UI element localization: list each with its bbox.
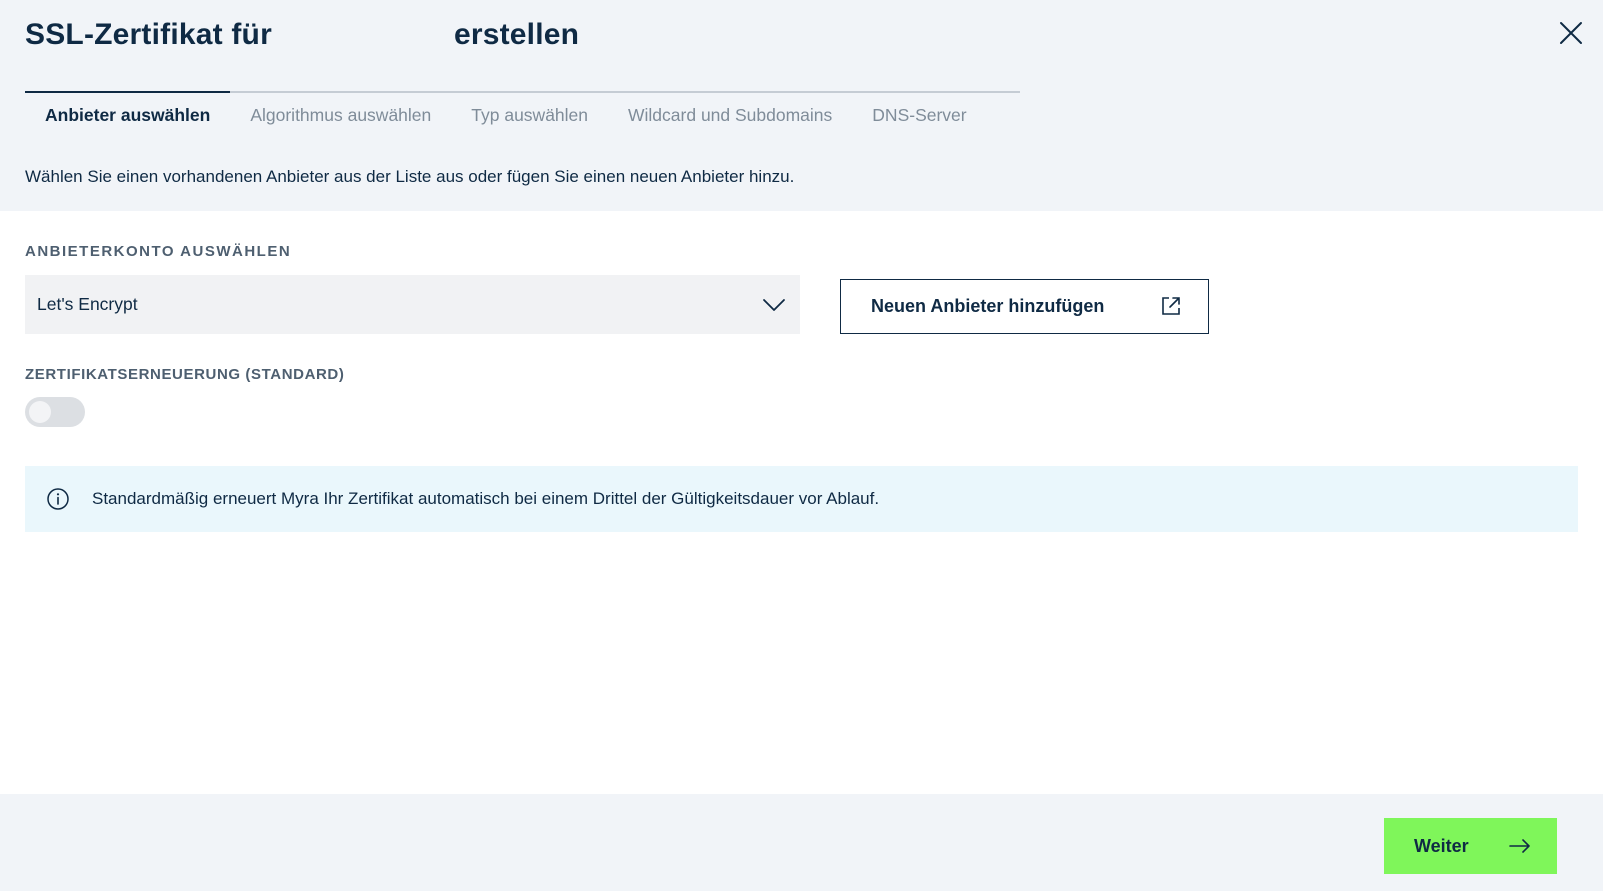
tab-dns-server[interactable]: DNS-Server (852, 93, 986, 137)
tab-label: DNS-Server (872, 104, 967, 125)
info-text: Standardmäßig erneuert Myra Ihr Zertifik… (92, 489, 880, 508)
close-icon (1560, 22, 1582, 44)
modal-header: SSL-Zertifikat für erstellen Anbieter aus… (0, 0, 1603, 211)
title-prefix: SSL-Zertifikat für (25, 18, 272, 51)
renewal-toggle[interactable] (25, 397, 85, 427)
modal-footer (0, 794, 1603, 891)
tab-label: Typ auswählen (471, 104, 589, 125)
tab-wildcard[interactable]: Wildcard und Subdomains (608, 93, 852, 137)
external-link-icon (1162, 297, 1180, 315)
provider-selected-value: Let's Encrypt (37, 294, 138, 314)
renewal-label: ZERTIFIKATSERNEUERUNG (STANDARD) (25, 366, 345, 383)
add-provider-button[interactable]: Neuen Anbieter hinzufügen (840, 279, 1209, 334)
tab-typ[interactable]: Typ auswählen (451, 93, 608, 137)
tab-algorithmus[interactable]: Algorithmus auswählen (230, 93, 451, 137)
page-title: SSL-Zertifikat für erstellen (25, 18, 579, 52)
tab-label: Algorithmus auswählen (250, 104, 432, 125)
toggle-knob (29, 401, 51, 423)
provider-select[interactable]: Let's Encrypt (25, 275, 800, 334)
next-button-label: Weiter (1414, 835, 1469, 856)
info-banner: Standardmäßig erneuert Myra Ihr Zertifik… (25, 466, 1578, 532)
tab-anbieter[interactable]: Anbieter auswählen (25, 91, 231, 137)
intro-text: Wählen Sie einen vorhandenen Anbieter au… (25, 167, 795, 186)
chevron-down-icon (763, 298, 785, 311)
title-suffix: erstellen (453, 18, 580, 51)
next-button[interactable]: Weiter (1384, 818, 1557, 874)
wizard-tabs: Anbieter auswählen Algorithmus auswählen… (25, 91, 1020, 137)
provider-label: ANBIETERKONTO AUSWÄHLEN (25, 243, 292, 260)
tab-label: Anbieter auswählen (45, 104, 211, 125)
add-provider-label: Neuen Anbieter hinzufügen (871, 296, 1105, 316)
arrow-right-icon (1509, 839, 1530, 853)
tab-label: Wildcard und Subdomains (628, 104, 833, 125)
info-icon (47, 488, 69, 510)
close-button[interactable] (1556, 18, 1586, 48)
